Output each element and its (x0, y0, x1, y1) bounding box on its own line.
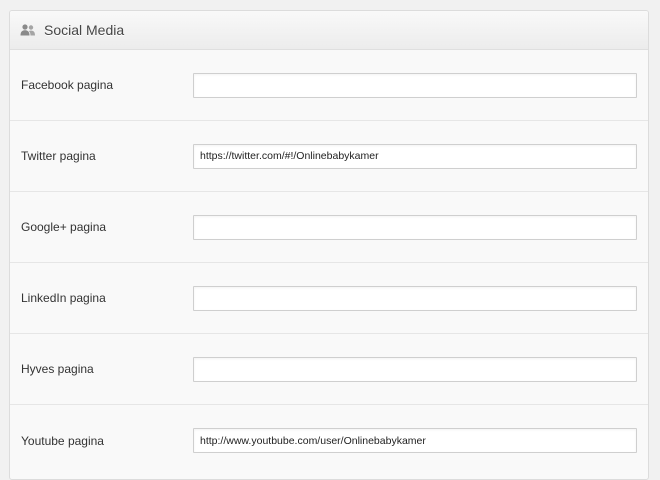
field-row-googleplus: Google+ pagina (10, 192, 648, 263)
hyves-input[interactable] (193, 356, 637, 382)
field-row-linkedin: LinkedIn pagina (10, 263, 648, 334)
field-row-hyves: Hyves pagina (10, 334, 648, 405)
googleplus-input[interactable] (193, 214, 637, 240)
panel-title: Social Media (44, 22, 125, 38)
hyves-label: Hyves pagina (21, 362, 94, 376)
field-row-facebook: Facebook pagina (10, 50, 648, 121)
youtube-input[interactable] (193, 428, 637, 453)
users-icon (20, 23, 36, 37)
field-row-youtube: Youtube pagina (10, 405, 648, 476)
youtube-label: Youtube pagina (21, 433, 104, 448)
twitter-input[interactable] (193, 143, 637, 169)
facebook-input[interactable] (193, 72, 637, 98)
social-media-panel: Social Media Facebook pagina Twitter pag… (9, 10, 649, 480)
twitter-label: Twitter pagina (21, 149, 96, 163)
linkedin-input[interactable] (193, 285, 637, 311)
linkedin-label: LinkedIn pagina (21, 291, 106, 305)
field-row-twitter: Twitter pagina (10, 121, 648, 192)
panel-header: Social Media (10, 11, 648, 50)
facebook-label: Facebook pagina (21, 78, 114, 92)
googleplus-label: Google+ pagina (21, 220, 107, 234)
